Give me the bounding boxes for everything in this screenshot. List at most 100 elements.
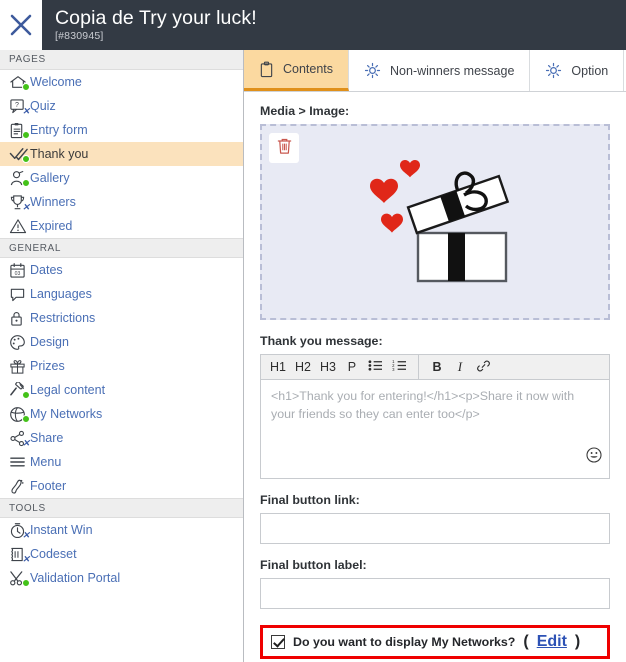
home-icon bbox=[9, 72, 30, 92]
status-dot-active bbox=[22, 83, 30, 91]
sidebar-item-menu[interactable]: Menu bbox=[0, 450, 243, 474]
palette-icon bbox=[9, 332, 30, 352]
sidebar-section-pages-heading: PAGES bbox=[0, 50, 243, 70]
image-dropzone[interactable] bbox=[260, 124, 610, 320]
paragraph-button[interactable]: P bbox=[342, 357, 362, 378]
tab-label: Contents bbox=[283, 62, 334, 76]
tab-contents[interactable]: Contents bbox=[244, 50, 350, 91]
final-button-label-input[interactable] bbox=[260, 578, 610, 609]
stopwatch-icon: ✕ bbox=[9, 520, 30, 540]
sidebar-item-label: Quiz bbox=[30, 99, 56, 113]
thank-you-message-label: Thank you message: bbox=[260, 334, 383, 348]
sidebar-item-prizes[interactable]: Prizes bbox=[0, 354, 243, 378]
sidebar-item-label: Welcome bbox=[30, 75, 82, 89]
double-check-icon bbox=[9, 144, 30, 164]
heading-2-button[interactable]: H2 bbox=[292, 357, 314, 378]
link-button[interactable] bbox=[473, 357, 494, 378]
sidebar-item-instant-win[interactable]: ✕ Instant Win bbox=[0, 518, 243, 542]
svg-text:03: 03 bbox=[15, 271, 21, 277]
trophy-icon: ✕ bbox=[9, 192, 30, 212]
gallery-icon bbox=[9, 168, 30, 188]
smiley-emoji-icon bbox=[586, 446, 602, 468]
bold-button[interactable]: B bbox=[427, 357, 447, 378]
app-root: Copia de Try your luck! [#830945] PAGES … bbox=[0, 0, 626, 662]
contents-panel: Media > Image: Thank you message: H1 H2 … bbox=[244, 92, 626, 659]
top-bar: Copia de Try your luck! [#830945] bbox=[0, 0, 626, 50]
heading-1-button[interactable]: H1 bbox=[267, 357, 289, 378]
delete-image-button[interactable] bbox=[269, 133, 299, 163]
sidebar-item-quiz[interactable]: ? ✕ Quiz bbox=[0, 94, 243, 118]
sidebar-item-label: Expired bbox=[30, 219, 73, 233]
bullet-list-button[interactable] bbox=[365, 357, 386, 378]
sidebar[interactable]: PAGES Welcome ? ✕ Quiz Entry form Thank … bbox=[0, 50, 244, 662]
sidebar-item-label: Menu bbox=[30, 455, 62, 469]
sidebar-item-gallery[interactable]: Gallery bbox=[0, 166, 243, 190]
sidebar-item-thank-you[interactable]: Thank you bbox=[0, 142, 243, 166]
sidebar-item-welcome[interactable]: Welcome bbox=[0, 70, 243, 94]
lock-icon bbox=[9, 308, 30, 328]
emoji-picker-button[interactable] bbox=[585, 446, 603, 468]
my-networks-highlight-box: Do you want to display My Networks? (Edi… bbox=[260, 625, 610, 659]
sidebar-item-winners[interactable]: ✕ Winners bbox=[0, 190, 243, 214]
sidebar-item-label: Winners bbox=[30, 195, 76, 209]
sidebar-item-legal-content[interactable]: Legal content bbox=[0, 378, 243, 402]
sidebar-item-validation-portal[interactable]: Validation Portal bbox=[0, 566, 243, 590]
open-paren: ( bbox=[523, 633, 529, 650]
sidebar-section-tools-heading: TOOLS bbox=[0, 498, 243, 518]
clipboard-icon bbox=[259, 61, 274, 78]
status-dot-active bbox=[22, 179, 30, 187]
editor-toolbar: H1 H2 H3 P 123 B I bbox=[261, 354, 609, 380]
tab-options[interactable]: Option bbox=[530, 50, 625, 91]
link-icon bbox=[476, 359, 491, 376]
sidebar-item-label: Instant Win bbox=[30, 523, 93, 537]
status-dot-active bbox=[22, 415, 30, 423]
sidebar-item-dates[interactable]: 03 Dates bbox=[0, 258, 243, 282]
final-button-link-input[interactable] bbox=[260, 513, 610, 544]
numbered-list-button[interactable]: 123 bbox=[389, 357, 410, 378]
bullet-list-icon bbox=[368, 359, 383, 375]
svg-text:?: ? bbox=[15, 102, 19, 109]
numbered-list-icon: 123 bbox=[392, 359, 407, 375]
gift-box-preview-image bbox=[369, 159, 509, 283]
edit-my-networks-link[interactable]: Edit bbox=[537, 633, 567, 651]
status-dot-active bbox=[22, 131, 30, 139]
page-id: [#830945] bbox=[55, 30, 104, 43]
tab-label: Option bbox=[571, 63, 609, 78]
sidebar-item-label: Thank you bbox=[30, 147, 89, 161]
sidebar-item-codeset[interactable]: ✕ Codeset bbox=[0, 542, 243, 566]
sidebar-item-share[interactable]: ✕ Share bbox=[0, 426, 243, 450]
question-bubble-icon: ? ✕ bbox=[9, 96, 30, 116]
sidebar-item-label: Entry form bbox=[30, 123, 88, 137]
sidebar-item-label: Legal content bbox=[30, 383, 106, 397]
sidebar-item-label: Dates bbox=[30, 263, 63, 277]
sidebar-item-label: Languages bbox=[30, 287, 92, 301]
media-image-label: Media > Image: bbox=[260, 104, 350, 118]
tab-non-winners-message[interactable]: Non-winners message bbox=[349, 50, 531, 91]
gear-icon bbox=[364, 62, 381, 79]
sidebar-item-languages[interactable]: Languages bbox=[0, 282, 243, 306]
gear-icon bbox=[545, 62, 562, 79]
rich-text-editor[interactable]: H1 H2 H3 P 123 B I <h1>Thank you for ent… bbox=[260, 354, 610, 479]
close-button[interactable] bbox=[0, 0, 42, 50]
sidebar-item-restrictions[interactable]: Restrictions bbox=[0, 306, 243, 330]
status-x-disabled: ✕ bbox=[22, 554, 30, 564]
sidebar-item-entry-form[interactable]: Entry form bbox=[0, 118, 243, 142]
share-nodes-icon: ✕ bbox=[9, 428, 30, 448]
sidebar-item-label: Footer bbox=[30, 479, 67, 493]
thank-you-message-input[interactable]: <h1>Thank you for entering!</h1><p>Share… bbox=[261, 380, 609, 478]
svg-text:3: 3 bbox=[392, 367, 395, 372]
sidebar-item-my-networks[interactable]: My Networks bbox=[0, 402, 243, 426]
sidebar-item-design[interactable]: Design bbox=[0, 330, 243, 354]
close-x-icon bbox=[8, 12, 34, 38]
heading-3-button[interactable]: H3 bbox=[317, 357, 339, 378]
close-paren: ) bbox=[574, 633, 581, 650]
gift-icon bbox=[9, 356, 30, 376]
calendar-icon: 03 bbox=[9, 260, 30, 280]
tab-bar: Contents Non-winners message Option bbox=[244, 50, 626, 92]
network-globe-icon bbox=[9, 404, 30, 424]
italic-button[interactable]: I bbox=[450, 357, 470, 378]
display-my-networks-checkbox[interactable] bbox=[271, 635, 285, 649]
status-dot-active bbox=[22, 391, 30, 399]
sidebar-item-expired[interactable]: Expired bbox=[0, 214, 243, 238]
sidebar-item-footer[interactable]: Footer bbox=[0, 474, 243, 498]
